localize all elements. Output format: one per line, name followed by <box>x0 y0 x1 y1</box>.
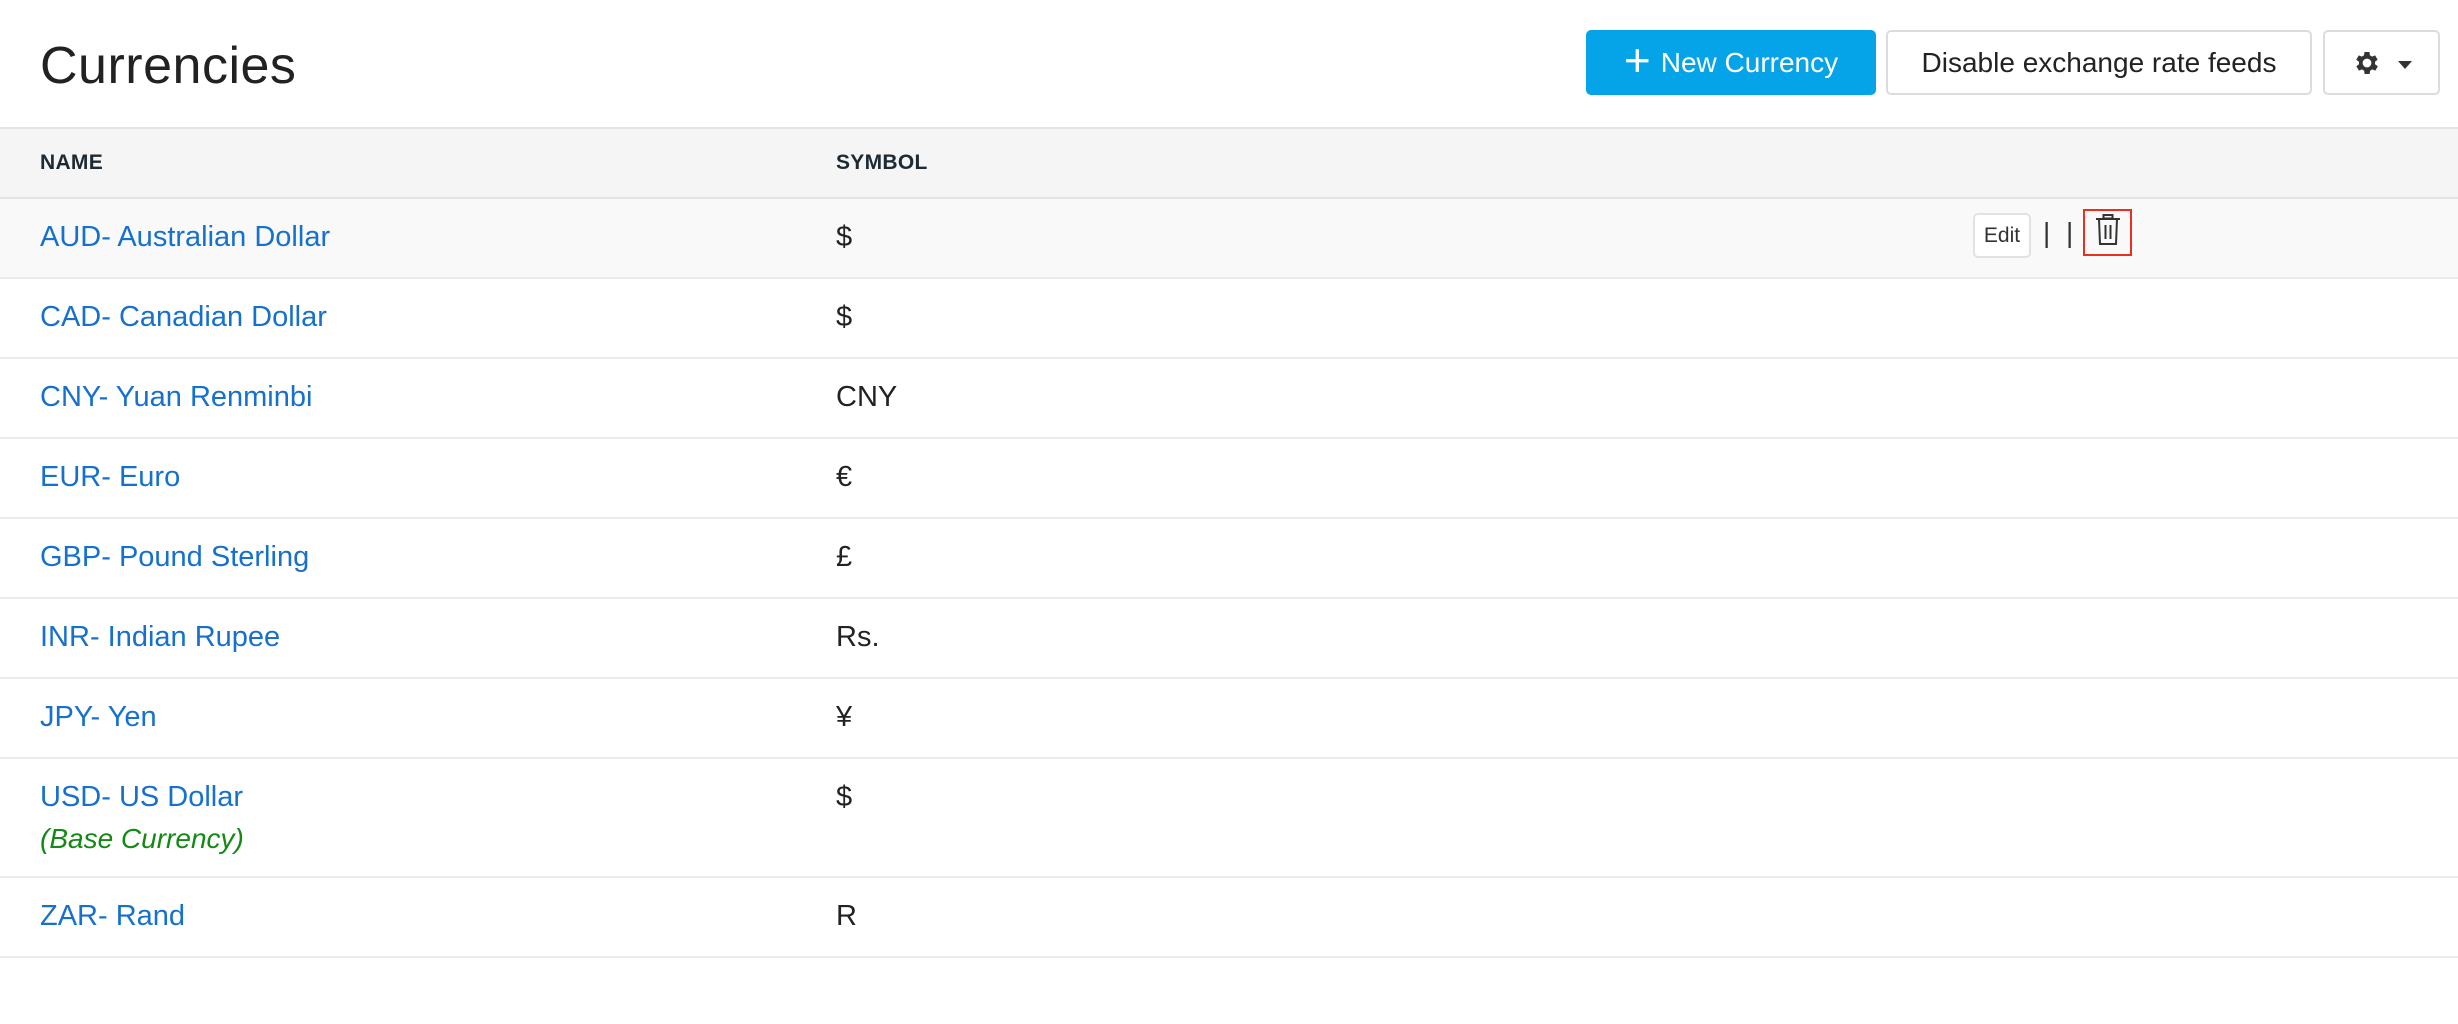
table-row[interactable]: GBP- Pound Sterling £ <box>0 519 2458 599</box>
symbol-cell: $ <box>836 301 853 333</box>
symbol-cell: $ <box>836 221 853 253</box>
page-title: Currencies <box>40 37 297 95</box>
symbol-cell: $ <box>836 781 853 813</box>
table-row[interactable]: AUD- Australian Dollar $ Edit | | <box>0 199 2458 279</box>
currency-link[interactable]: JPY- Yen <box>40 699 157 735</box>
new-currency-label: New Currency <box>1660 46 1839 78</box>
currency-link[interactable]: EUR- Euro <box>40 459 180 495</box>
gear-icon <box>2352 48 2382 78</box>
symbol-cell: £ <box>836 541 853 573</box>
column-header-symbol[interactable]: SYMBOL <box>836 151 928 175</box>
symbol-cell: R <box>836 900 857 932</box>
currency-link[interactable]: CNY- Yuan Renminbi <box>40 379 312 415</box>
symbol-cell: CNY <box>836 381 898 413</box>
table-row[interactable]: JPY- Yen ¥ <box>0 679 2458 759</box>
table-row[interactable]: EUR- Euro € <box>0 439 2458 519</box>
currency-link[interactable]: GBP- Pound Sterling <box>40 539 309 575</box>
page-header: Currencies + New Currency Disable exchan… <box>0 0 2458 128</box>
symbol-cell: € <box>836 461 853 493</box>
name-cell: INR- Indian Rupee <box>40 619 280 655</box>
name-cell: CAD- Canadian Dollar <box>40 299 327 335</box>
table-row[interactable]: CNY- Yuan Renminbi CNY <box>0 359 2458 439</box>
currency-link[interactable]: ZAR- Rand <box>40 898 185 934</box>
new-currency-button[interactable]: + New Currency <box>1586 30 1876 95</box>
table-header: NAME SYMBOL <box>0 127 2458 199</box>
table-row[interactable]: CAD- Canadian Dollar $ <box>0 279 2458 359</box>
currencies-table: NAME SYMBOL AUD- Australian Dollar $ Edi… <box>0 127 2458 958</box>
table-row[interactable]: ZAR- Rand R <box>0 878 2458 958</box>
caret-down-icon <box>2397 60 2412 69</box>
settings-dropdown-button[interactable] <box>2323 30 2440 95</box>
action-separator: | | <box>2043 216 2078 248</box>
name-cell: GBP- Pound Sterling <box>40 539 309 575</box>
name-cell: EUR- Euro <box>40 459 180 495</box>
currency-link[interactable]: AUD- Australian Dollar <box>40 219 330 255</box>
row-actions: Edit | | <box>1973 207 2133 258</box>
trash-icon <box>2095 214 2121 251</box>
disable-feeds-label: Disable exchange rate feeds <box>1921 46 2277 78</box>
symbol-cell: ¥ <box>836 701 853 733</box>
delete-button[interactable] <box>2083 209 2133 256</box>
name-cell: JPY- Yen <box>40 699 157 735</box>
table-row[interactable]: USD- US Dollar (Base Currency) $ <box>0 759 2458 878</box>
edit-button[interactable]: Edit <box>1973 213 2031 258</box>
currency-link[interactable]: INR- Indian Rupee <box>40 619 280 655</box>
name-cell: ZAR- Rand <box>40 898 185 934</box>
symbol-cell: Rs. <box>836 621 880 653</box>
currency-link[interactable]: CAD- Canadian Dollar <box>40 299 327 335</box>
currency-link[interactable]: USD- US Dollar <box>40 779 244 815</box>
name-cell: USD- US Dollar (Base Currency) <box>40 779 244 857</box>
base-currency-label: (Base Currency) <box>40 823 244 854</box>
table-row[interactable]: INR- Indian Rupee Rs. <box>0 599 2458 679</box>
name-cell: AUD- Australian Dollar <box>40 219 330 255</box>
disable-exchange-rate-feeds-button[interactable]: Disable exchange rate feeds <box>1886 30 2312 95</box>
column-header-name[interactable]: NAME <box>40 151 103 175</box>
name-cell: CNY- Yuan Renminbi <box>40 379 312 415</box>
plus-icon: + <box>1623 33 1651 86</box>
